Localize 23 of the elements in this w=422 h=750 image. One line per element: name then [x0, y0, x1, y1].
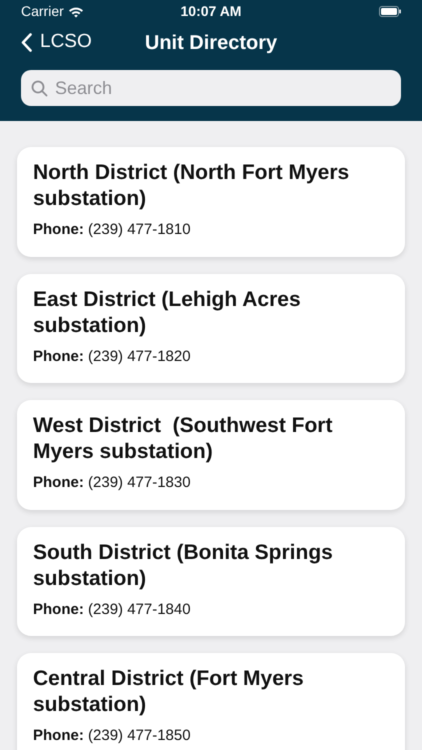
carrier-label: Carrier: [21, 2, 64, 21]
unit-card[interactable]: West District (Southwest Fort Myers substation) Phone: (239) 477-1830: [17, 400, 405, 510]
screen-title: Unit Directory: [144, 30, 278, 56]
unit-card[interactable]: East District (Lehigh Acres substation) Phone: (239) 477-1820: [17, 274, 405, 383]
phone-text: Phone: (239) 477-1830: [33, 473, 192, 493]
phone-text: Phone: (239) 477-1820: [33, 346, 192, 366]
phone-text: Phone: (239) 477-1850: [33, 726, 192, 746]
unit-card[interactable]: South District (Bonita Springs substation) Phone: (239) 477-1840: [17, 526, 405, 636]
phone-text: Phone: (239) 477-1810: [33, 220, 192, 240]
phone-text: Phone: (239) 477-1840: [33, 600, 192, 620]
search-field[interactable]: Search: [21, 70, 401, 106]
unit-name: Central District (Fort Myers substation): [33, 666, 305, 718]
unit-name: East District (Lehigh Acres substation): [33, 286, 302, 338]
chevron-left-icon: [21, 33, 32, 52]
unit-name: West District (Southwest Fort Myers substation): [33, 413, 334, 465]
back-button[interactable]: LCSO: [21, 28, 92, 57]
unit-name: North District (North Fort Myers substation): [33, 160, 350, 212]
unit-card[interactable]: Central District (Fort Myers substation) Phone: (239) 477-1850: [17, 653, 405, 750]
battery-icon: [379, 6, 401, 17]
clock-time: 10:07 AM: [180, 2, 242, 21]
unit-card[interactable]: North District (North Fort Myers substation) Phone: (239) 477-1810: [17, 147, 405, 256]
unit-name: South District (Bonita Springs substation): [33, 540, 334, 592]
wifi-icon: [68, 6, 84, 18]
